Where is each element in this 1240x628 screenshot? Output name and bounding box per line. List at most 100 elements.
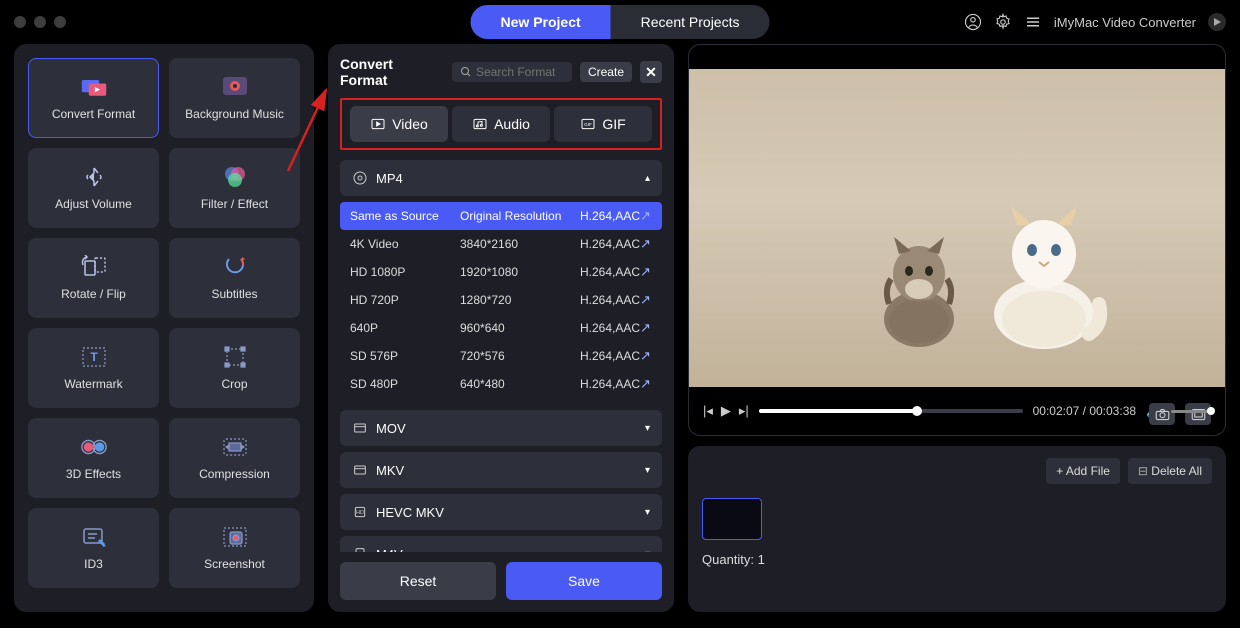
settings-icon[interactable] — [994, 13, 1012, 31]
tool-crop[interactable]: Crop — [169, 328, 300, 408]
tools-sidebar: Convert Format Background Music Adjust Vol… — [14, 44, 314, 612]
volume-slider[interactable] — [1171, 410, 1211, 413]
preset-name: 4K Video — [350, 237, 460, 251]
tool-watermark[interactable]: TWatermark — [28, 328, 159, 408]
preset-name: HD 1080P — [350, 265, 460, 279]
screenshot-icon — [221, 525, 249, 549]
tool-label: Background Music — [185, 107, 284, 121]
tool-adjust-volume[interactable]: Adjust Volume — [28, 148, 159, 228]
search-input[interactable] — [476, 65, 556, 79]
preset-name: 640P — [350, 321, 460, 335]
tool-3d-effects[interactable]: 3D Effects — [28, 418, 159, 498]
app-title: iMyMac Video Converter — [1054, 15, 1196, 30]
gif-icon: GIF — [580, 116, 596, 132]
time-display: 00:02:07 / 00:03:38 — [1033, 404, 1136, 418]
3d-effects-icon — [80, 435, 108, 459]
tool-convert-format[interactable]: Convert Format — [28, 58, 159, 138]
edit-preset-icon[interactable]: ↗ — [640, 320, 660, 336]
next-button[interactable]: ▸| — [739, 403, 749, 419]
format-icon — [352, 170, 368, 186]
prev-button[interactable]: |◂ — [703, 403, 713, 419]
preview-panel: |◂ ▶ ▸| 00:02:07 / 00:03:38 🔊 — [688, 44, 1226, 436]
preset-row[interactable]: Same as SourceOriginal ResolutionH.264,A… — [340, 202, 662, 230]
reset-button[interactable]: Reset — [340, 562, 496, 600]
create-button[interactable]: Create — [580, 62, 632, 82]
preset-list: Same as SourceOriginal Resolution H.264,A… — [340, 202, 662, 398]
format-group-m4v[interactable]: M4V▾ — [340, 536, 662, 552]
subtitles-icon — [221, 255, 249, 279]
format-group-mkv[interactable]: MKV▾ — [340, 452, 662, 488]
tool-filter-effect[interactable]: Filter / Effect — [169, 148, 300, 228]
preset-resolution: 640*480 — [460, 377, 580, 391]
preset-name: SD 480P — [350, 377, 460, 391]
save-button[interactable]: Save — [506, 562, 662, 600]
edit-preset-icon[interactable]: ↗ — [640, 376, 660, 392]
fullscreen-button[interactable] — [1185, 403, 1211, 425]
close-window-icon[interactable] — [14, 16, 26, 28]
tab-new-project[interactable]: New Project — [471, 5, 611, 39]
tool-label: Crop — [221, 377, 247, 391]
edit-preset-icon[interactable]: ↗ — [640, 236, 660, 252]
play-button[interactable]: ▶ — [721, 403, 731, 419]
preview-content — [869, 229, 969, 349]
tab-video[interactable]: Video — [350, 106, 448, 142]
titlebar: New Project Recent Projects iMyMac Video… — [0, 0, 1240, 44]
tab-recent-projects[interactable]: Recent Projects — [611, 5, 770, 39]
search-format[interactable] — [452, 62, 572, 82]
tool-label: Filter / Effect — [201, 197, 268, 211]
preset-codec: H.264,AAC — [580, 265, 640, 279]
add-file-button[interactable]: + Add File — [1046, 458, 1120, 484]
format-group-hevc-mkv[interactable]: HDHEVC MKV▾ — [340, 494, 662, 530]
close-panel-button[interactable]: ✕ — [640, 61, 662, 83]
tool-subtitles[interactable]: Subtitles — [169, 238, 300, 318]
format-icon — [352, 462, 368, 478]
tool-rotate-flip[interactable]: Rotate / Flip — [28, 238, 159, 318]
tool-label: 3D Effects — [66, 467, 121, 481]
edit-preset-icon[interactable]: ↗ — [640, 264, 660, 280]
snapshot-button[interactable] — [1149, 403, 1175, 425]
preset-resolution: 1920*1080 — [460, 265, 580, 279]
tab-gif[interactable]: GIFGIF — [554, 106, 652, 142]
preset-row[interactable]: HD 1080P1920*1080H.264,AAC↗ — [340, 258, 662, 286]
tab-audio[interactable]: Audio — [452, 106, 550, 142]
format-group-mp4[interactable]: MP4 ▴ — [340, 160, 662, 196]
edit-preset-icon[interactable]: ↗ — [640, 208, 660, 224]
tool-label: Subtitles — [211, 287, 257, 301]
tool-id3[interactable]: ID3 — [28, 508, 159, 588]
preset-name: Same as Source — [350, 209, 460, 223]
preset-row[interactable]: SD 480P640*480H.264,AAC↗ — [340, 370, 662, 398]
preset-resolution: 960*640 — [460, 321, 580, 335]
convert-format-icon — [80, 75, 108, 99]
preview-content — [979, 204, 1109, 349]
format-icon — [352, 420, 368, 436]
maximize-window-icon[interactable] — [54, 16, 66, 28]
background-music-icon — [221, 75, 249, 99]
progress-bar[interactable] — [759, 409, 1023, 413]
menu-icon[interactable] — [1024, 13, 1042, 31]
tool-background-music[interactable]: Background Music — [169, 58, 300, 138]
edit-preset-icon[interactable]: ↗ — [640, 292, 660, 308]
video-icon — [370, 116, 386, 132]
preset-row[interactable]: SD 576P720*576H.264,AAC↗ — [340, 342, 662, 370]
rotate-flip-icon — [80, 255, 108, 279]
tool-screenshot[interactable]: Screenshot — [169, 508, 300, 588]
delete-all-button[interactable]: ⊟ Delete All — [1128, 458, 1212, 484]
preset-row[interactable]: 640P960*640H.264,AAC↗ — [340, 314, 662, 342]
file-thumbnail[interactable] — [702, 498, 762, 540]
edit-preset-icon[interactable]: ↗ — [640, 348, 660, 364]
minimize-window-icon[interactable] — [34, 16, 46, 28]
chevron-up-icon: ▴ — [645, 173, 650, 184]
preset-name: SD 576P — [350, 349, 460, 363]
video-preview[interactable] — [689, 69, 1225, 387]
tool-compression[interactable]: Compression — [169, 418, 300, 498]
format-group-mov[interactable]: MOV▾ — [340, 410, 662, 446]
preset-codec: H.264,AAC — [580, 293, 640, 307]
user-icon[interactable] — [964, 13, 982, 31]
format-icon: HD — [352, 504, 368, 520]
tool-label: Compression — [199, 467, 270, 481]
preset-row[interactable]: HD 720P1280*720H.264,AAC↗ — [340, 286, 662, 314]
preset-row[interactable]: 4K Video3840*2160H.264,AAC↗ — [340, 230, 662, 258]
preset-name: HD 720P — [350, 293, 460, 307]
titlebar-right: iMyMac Video Converter — [964, 13, 1226, 31]
preset-resolution: Original Resolution — [460, 209, 580, 223]
